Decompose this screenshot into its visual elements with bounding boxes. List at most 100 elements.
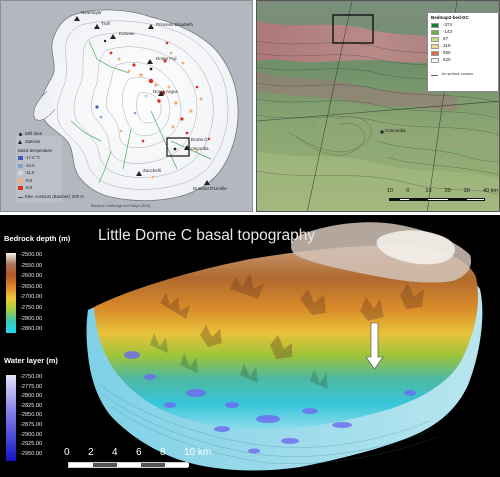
- concordia-marker: [380, 130, 384, 134]
- detail-scale-bar: 10 0 10 20 30 40 km: [387, 188, 498, 207]
- temperature-swatch: [18, 163, 23, 168]
- temperature-legend-item: -17.0 °C: [18, 155, 68, 162]
- temperature-label: -5.0: [25, 185, 33, 190]
- tick-label: 10 km: [184, 447, 212, 458]
- label-dome-fuji: Dome Fuji: [156, 56, 177, 61]
- temperature-label: -11.0: [25, 170, 35, 175]
- label-kohnen: Kohnen: [119, 31, 135, 36]
- tick-label: -2500.00: [20, 252, 43, 258]
- tick-label: -2950.00: [20, 450, 43, 457]
- water-layer-ticks: -2750.00 -2775.00 -2800.00 -2825.00 -2850.00…: [20, 374, 70, 461]
- tick-label: 4: [112, 447, 118, 458]
- label-zucchelli: Zucchelli: [143, 168, 161, 173]
- water-layer-heading: Water layer (m): [4, 356, 58, 365]
- tick-label: -2600.00: [20, 273, 43, 280]
- station-icon: [18, 140, 22, 144]
- tick-label: -2750.00: [20, 374, 43, 380]
- tick-label: 6: [136, 447, 142, 458]
- temperature-swatch: [18, 156, 23, 160]
- temperature-label: -14.0: [25, 162, 35, 168]
- tick-label: 20: [444, 188, 451, 194]
- bed-swatch: [431, 23, 439, 28]
- water-color-ramp: [6, 375, 16, 461]
- label-princess-elisabeth: Princess Elisabeth: [156, 22, 194, 27]
- tick-label: -2900.00: [20, 431, 43, 438]
- bed-legend-item: 620: [431, 57, 491, 64]
- bed-swatch: [431, 37, 439, 42]
- bed-legend-item: 87: [431, 36, 491, 43]
- temperature-label: -17.0 °C: [25, 155, 41, 160]
- bedrock-color-ramp: [6, 253, 16, 333]
- tick-label: -2800.00: [20, 393, 43, 400]
- legend-title: Bedmap2-bed-DC: [431, 15, 469, 20]
- basal-topography-3d-view: Little Dome C basal topography Bedrock d…: [0, 215, 500, 477]
- temperature-swatch: [18, 186, 23, 190]
- tick-label: 40 km: [483, 188, 498, 194]
- temperature-legend-item: -8.0: [18, 177, 68, 185]
- scale-bar-track: [389, 198, 485, 201]
- tick-label: -2925.00: [20, 441, 43, 448]
- antarctica-overview-map: Neumayer Troll Princess Elisabeth Kohnen…: [0, 0, 253, 212]
- bed-label: 550: [443, 50, 451, 55]
- surface-contour-line-icon: [431, 75, 438, 76]
- temperature-legend-item: -14.0: [18, 162, 68, 170]
- label-dumont-durville: Dumont D'Urville: [193, 186, 227, 191]
- tick-label: 0: [406, 188, 410, 194]
- tick-label: 8: [160, 447, 166, 458]
- bed-label: 318: [443, 43, 451, 48]
- bed-swatch: [431, 58, 439, 63]
- tick-label: -2775.00: [20, 383, 43, 390]
- bedrock-depth-heading: Bedrock depth (m): [4, 234, 71, 243]
- topography-title: Little Dome C basal topography: [98, 227, 316, 244]
- bed-legend-item: -143: [431, 29, 491, 36]
- overview-legend: Drill sites Stations Basal temperature -…: [18, 131, 84, 199]
- tick-label: 10: [425, 188, 432, 194]
- temperature-label: -8.0: [25, 177, 33, 183]
- bed-label: -143: [443, 29, 453, 34]
- scale-bar-track: [68, 462, 189, 468]
- temperature-legend-item: -11.0: [18, 170, 68, 177]
- temperature-legend-item: -5.0: [18, 185, 68, 192]
- label-concordia-detail: Concordia: [385, 128, 406, 133]
- tick-label: -2650.00: [20, 283, 43, 290]
- bed-legend-item: -374: [431, 22, 491, 29]
- bed-swatch: [431, 30, 439, 35]
- bed-label: 620: [443, 57, 451, 62]
- tick-label: 2: [88, 447, 94, 458]
- label-neumayer: Neumayer: [81, 10, 102, 15]
- tick-label: -2875.00: [20, 422, 43, 428]
- bed-label: 87: [443, 36, 449, 41]
- scale-tick-labels: 10 0 10 20 30 40 km: [387, 188, 498, 197]
- tick-label: -2750.00: [20, 305, 43, 311]
- drill-site-icon: [19, 133, 22, 136]
- bed-legend-item: 318: [431, 43, 491, 50]
- bed-swatch: [431, 44, 439, 49]
- bed-label: -374: [443, 22, 453, 27]
- bedmap2-legend: Bedmap2-bed-DC -374 -143 87 318 550 620 1m su…: [427, 12, 499, 92]
- tick-label: 0: [64, 447, 70, 458]
- legend-items: -374 -143 87 318 550 620: [431, 22, 491, 65]
- tick-label: -2850.00: [20, 412, 43, 419]
- temperature-swatch: [18, 171, 23, 175]
- bedrock-depth-ticks: -2500.00 -2550.00 -2600.00 -2650.00 -2700.00…: [20, 252, 70, 333]
- contour-line-icon: [18, 197, 23, 198]
- topography-surface-graphic: [6, 222, 483, 471]
- tick-label: 10: [387, 188, 394, 194]
- label-troll: Troll: [101, 21, 110, 26]
- temperature-swatch: [18, 178, 23, 183]
- legend-basal-temperature-heading: Basal temperature: [18, 148, 53, 153]
- tick-label: -2825.00: [20, 402, 43, 409]
- topography-scale-bar: 0 2 4 6 8 10 km: [64, 447, 211, 474]
- tick-label: -2550.00: [20, 262, 43, 269]
- label-dome-argus: Dome Argus: [153, 89, 178, 94]
- bed-legend-item: 550: [431, 50, 491, 57]
- tick-label: -2700.00: [20, 294, 43, 301]
- tick-label: -2800.00: [20, 315, 43, 322]
- tick-label: -2860.00: [20, 326, 43, 333]
- label-dome-c: Dome C: [191, 137, 208, 142]
- scale-tick-labels: 0 2 4 6 8 10 km: [64, 447, 211, 459]
- map-credit: Basal ice: Liefferinge and Pattyn (2013): [91, 204, 151, 208]
- tick-label: 30: [463, 188, 470, 194]
- label-concordia: Concordia: [188, 146, 209, 151]
- bedmap2-detail-map: Concordia Bedmap2-bed-DC -374 -143 87 318 55…: [256, 0, 500, 212]
